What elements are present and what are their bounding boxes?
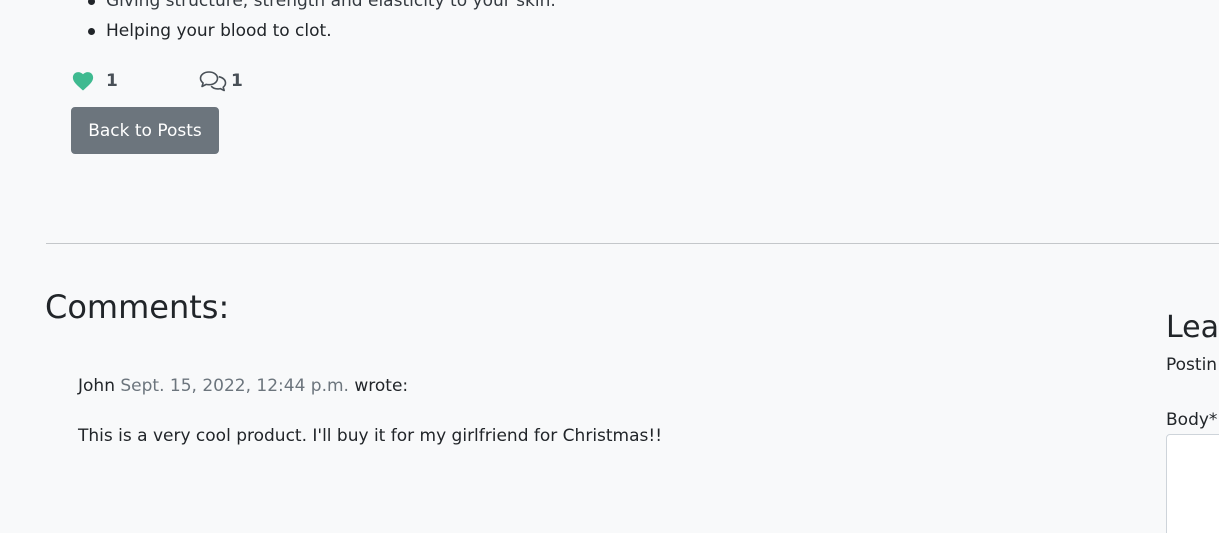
post-content-list: Giving structure, strength and elasticit… bbox=[87, 0, 556, 46]
comment-meta: John Sept. 15, 2022, 12:44 p.m. wrote: bbox=[78, 372, 662, 400]
body-field-label: Body* bbox=[1166, 410, 1218, 430]
list-item: Giving structure, strength and elasticit… bbox=[87, 0, 556, 16]
leave-comment-form: Lea Postin Body* bbox=[1166, 300, 1219, 533]
body-textarea[interactable] bbox=[1166, 434, 1219, 533]
form-posting-note: Postin bbox=[1166, 355, 1218, 375]
like-button[interactable]: 1 bbox=[72, 71, 199, 91]
chat-bubbles-icon bbox=[199, 70, 227, 92]
comment-author: John bbox=[78, 376, 115, 396]
comment-wrote-label: wrote: bbox=[354, 376, 409, 396]
heart-icon bbox=[72, 71, 94, 91]
likes-count: 1 bbox=[106, 71, 118, 91]
comments-heading: Comments: bbox=[45, 288, 230, 326]
section-divider bbox=[46, 243, 1219, 244]
list-item: Helping your blood to clot. bbox=[87, 16, 556, 46]
form-heading: Lea bbox=[1166, 310, 1219, 345]
comment-date: Sept. 15, 2022, 12:44 p.m. bbox=[120, 376, 349, 396]
comments-count: 1 bbox=[231, 71, 243, 91]
post-stats: 1 1 bbox=[72, 66, 243, 96]
comment-body: This is a very cool product. I'll buy it… bbox=[78, 426, 663, 446]
comments-count-indicator: 1 bbox=[199, 70, 243, 92]
post-detail-page: Giving structure, strength and elasticit… bbox=[0, 0, 1219, 533]
back-to-posts-button[interactable]: Back to Posts bbox=[71, 107, 219, 154]
comment-item: John Sept. 15, 2022, 12:44 p.m. wrote: T… bbox=[78, 372, 662, 450]
